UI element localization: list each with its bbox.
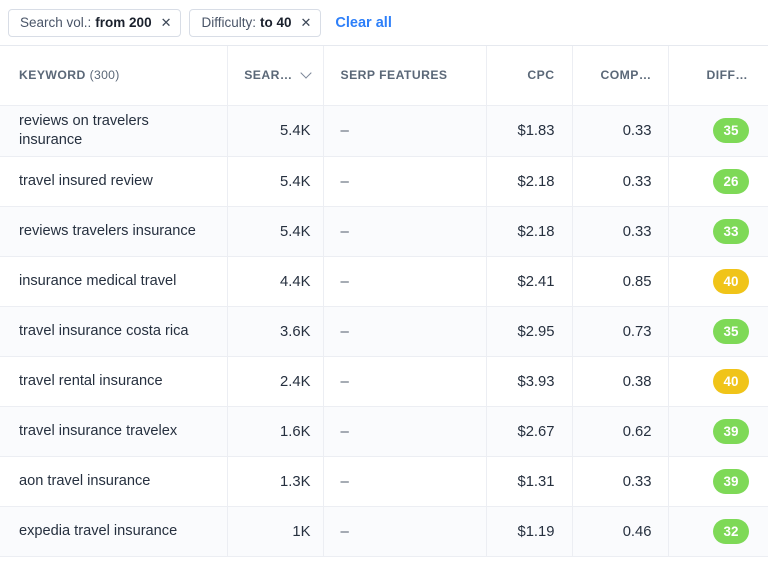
cell-cpc: $2.95 [486,307,572,357]
cell-keyword[interactable]: travel insurance costa rica [0,307,227,357]
keyword-table: KEYWORD (300) SEAR… SERP FEATURES CPC CO… [0,46,768,557]
difficulty-badge: 26 [713,169,749,194]
keyword-count: (300) [90,68,120,82]
cell-difficulty: 39 [668,407,768,457]
cell-keyword[interactable]: travel rental insurance [0,357,227,407]
cell-competition: 0.33 [572,207,668,257]
difficulty-badge: 32 [713,519,749,544]
filter-pill-value: to 40 [260,15,292,30]
cell-keyword[interactable]: insurance medical travel [0,257,227,307]
cell-keyword[interactable]: travel insured review [0,157,227,207]
cell-search-volume: 1.6K [227,407,323,457]
close-icon[interactable]: ✕ [161,16,172,29]
cell-search-volume: 5.4K [227,157,323,207]
column-header-search-volume[interactable]: SEAR… [227,46,323,105]
column-header-cpc[interactable]: CPC [486,46,572,105]
table-header-row: KEYWORD (300) SEAR… SERP FEATURES CPC CO… [0,46,768,105]
cell-serp-features: – [323,105,486,157]
cell-difficulty: 40 [668,357,768,407]
cell-serp-features: – [323,457,486,507]
sort-control[interactable]: SEAR… [242,68,311,82]
cell-competition: 0.33 [572,457,668,507]
cell-difficulty: 32 [668,507,768,557]
difficulty-badge: 33 [713,219,749,244]
cell-keyword[interactable]: reviews on travelers insurance [0,105,227,157]
cell-serp-features: – [323,207,486,257]
cell-competition: 0.73 [572,307,668,357]
cell-search-volume: 4.4K [227,257,323,307]
cell-keyword[interactable]: aon travel insurance [0,457,227,507]
cell-competition: 0.46 [572,507,668,557]
cell-competition: 0.38 [572,357,668,407]
cell-serp-features: – [323,157,486,207]
cell-search-volume: 5.4K [227,207,323,257]
cell-search-volume: 5.4K [227,105,323,157]
cell-cpc: $1.83 [486,105,572,157]
cell-serp-features: – [323,357,486,407]
difficulty-badge: 35 [713,319,749,344]
cell-cpc: $2.18 [486,157,572,207]
cell-keyword[interactable]: reviews travelers insurance [0,207,227,257]
cell-keyword[interactable]: travel insurance travelex [0,407,227,457]
cell-competition: 0.33 [572,105,668,157]
cell-competition: 0.62 [572,407,668,457]
column-header-keyword-label: KEYWORD [19,68,86,82]
cell-difficulty: 39 [668,457,768,507]
difficulty-badge: 40 [713,369,749,394]
column-header-search-volume-label: SEAR… [244,68,292,82]
filter-pill-label: Search vol.: [20,15,91,30]
table-row[interactable]: travel rental insurance2.4K–$3.930.38 40 [0,357,768,407]
column-header-serp-features[interactable]: SERP FEATURES [323,46,486,105]
cell-difficulty: 35 [668,105,768,157]
difficulty-badge: 39 [713,419,749,444]
cell-cpc: $1.31 [486,457,572,507]
cell-cpc: $1.19 [486,507,572,557]
cell-competition: 0.85 [572,257,668,307]
table-row[interactable]: expedia travel insurance1K–$1.190.46 32 [0,507,768,557]
column-header-competition[interactable]: COMP… [572,46,668,105]
cell-search-volume: 1.3K [227,457,323,507]
close-icon[interactable]: ✕ [301,16,312,29]
difficulty-badge: 39 [713,469,749,494]
table-header: KEYWORD (300) SEAR… SERP FEATURES CPC CO… [0,46,768,105]
cell-difficulty: 26 [668,157,768,207]
difficulty-badge: 40 [713,269,749,294]
cell-competition: 0.33 [572,157,668,207]
column-header-difficulty[interactable]: DIFF… [668,46,768,105]
column-header-keyword[interactable]: KEYWORD (300) [0,46,227,105]
filter-pill-search-volume[interactable]: Search vol.: from 200 ✕ [8,9,181,37]
filter-pill-label: Difficulty: [201,15,256,30]
cell-difficulty: 35 [668,307,768,357]
cell-cpc: $2.41 [486,257,572,307]
cell-cpc: $2.18 [486,207,572,257]
table-row[interactable]: aon travel insurance1.3K–$1.310.33 39 [0,457,768,507]
table-row[interactable]: travel insured review5.4K–$2.180.33 26 [0,157,768,207]
filter-pill-value: from 200 [95,15,151,30]
table-row[interactable]: travel insurance costa rica3.6K–$2.950.7… [0,307,768,357]
difficulty-badge: 35 [713,118,749,143]
cell-cpc: $3.93 [486,357,572,407]
cell-keyword[interactable]: expedia travel insurance [0,507,227,557]
table-row[interactable]: travel insurance travelex1.6K–$2.670.62 3… [0,407,768,457]
cell-search-volume: 1K [227,507,323,557]
cell-cpc: $2.67 [486,407,572,457]
table-row[interactable]: insurance medical travel4.4K–$2.410.85 40 [0,257,768,307]
cell-search-volume: 2.4K [227,357,323,407]
chevron-down-icon[interactable] [302,69,311,78]
filter-bar: Search vol.: from 200 ✕ Difficulty: to 4… [0,0,768,45]
cell-difficulty: 40 [668,257,768,307]
cell-serp-features: – [323,257,486,307]
cell-search-volume: 3.6K [227,307,323,357]
clear-all-link[interactable]: Clear all [335,15,391,31]
cell-serp-features: – [323,307,486,357]
cell-serp-features: – [323,407,486,457]
table-row[interactable]: reviews on travelers insurance5.4K–$1.83… [0,105,768,157]
cell-difficulty: 33 [668,207,768,257]
table-row[interactable]: reviews travelers insurance5.4K–$2.180.3… [0,207,768,257]
cell-serp-features: – [323,507,486,557]
filter-pill-difficulty[interactable]: Difficulty: to 40 ✕ [189,9,321,37]
keyword-table-container: KEYWORD (300) SEAR… SERP FEATURES CPC CO… [0,45,768,557]
table-body: reviews on travelers insurance5.4K–$1.83… [0,105,768,557]
